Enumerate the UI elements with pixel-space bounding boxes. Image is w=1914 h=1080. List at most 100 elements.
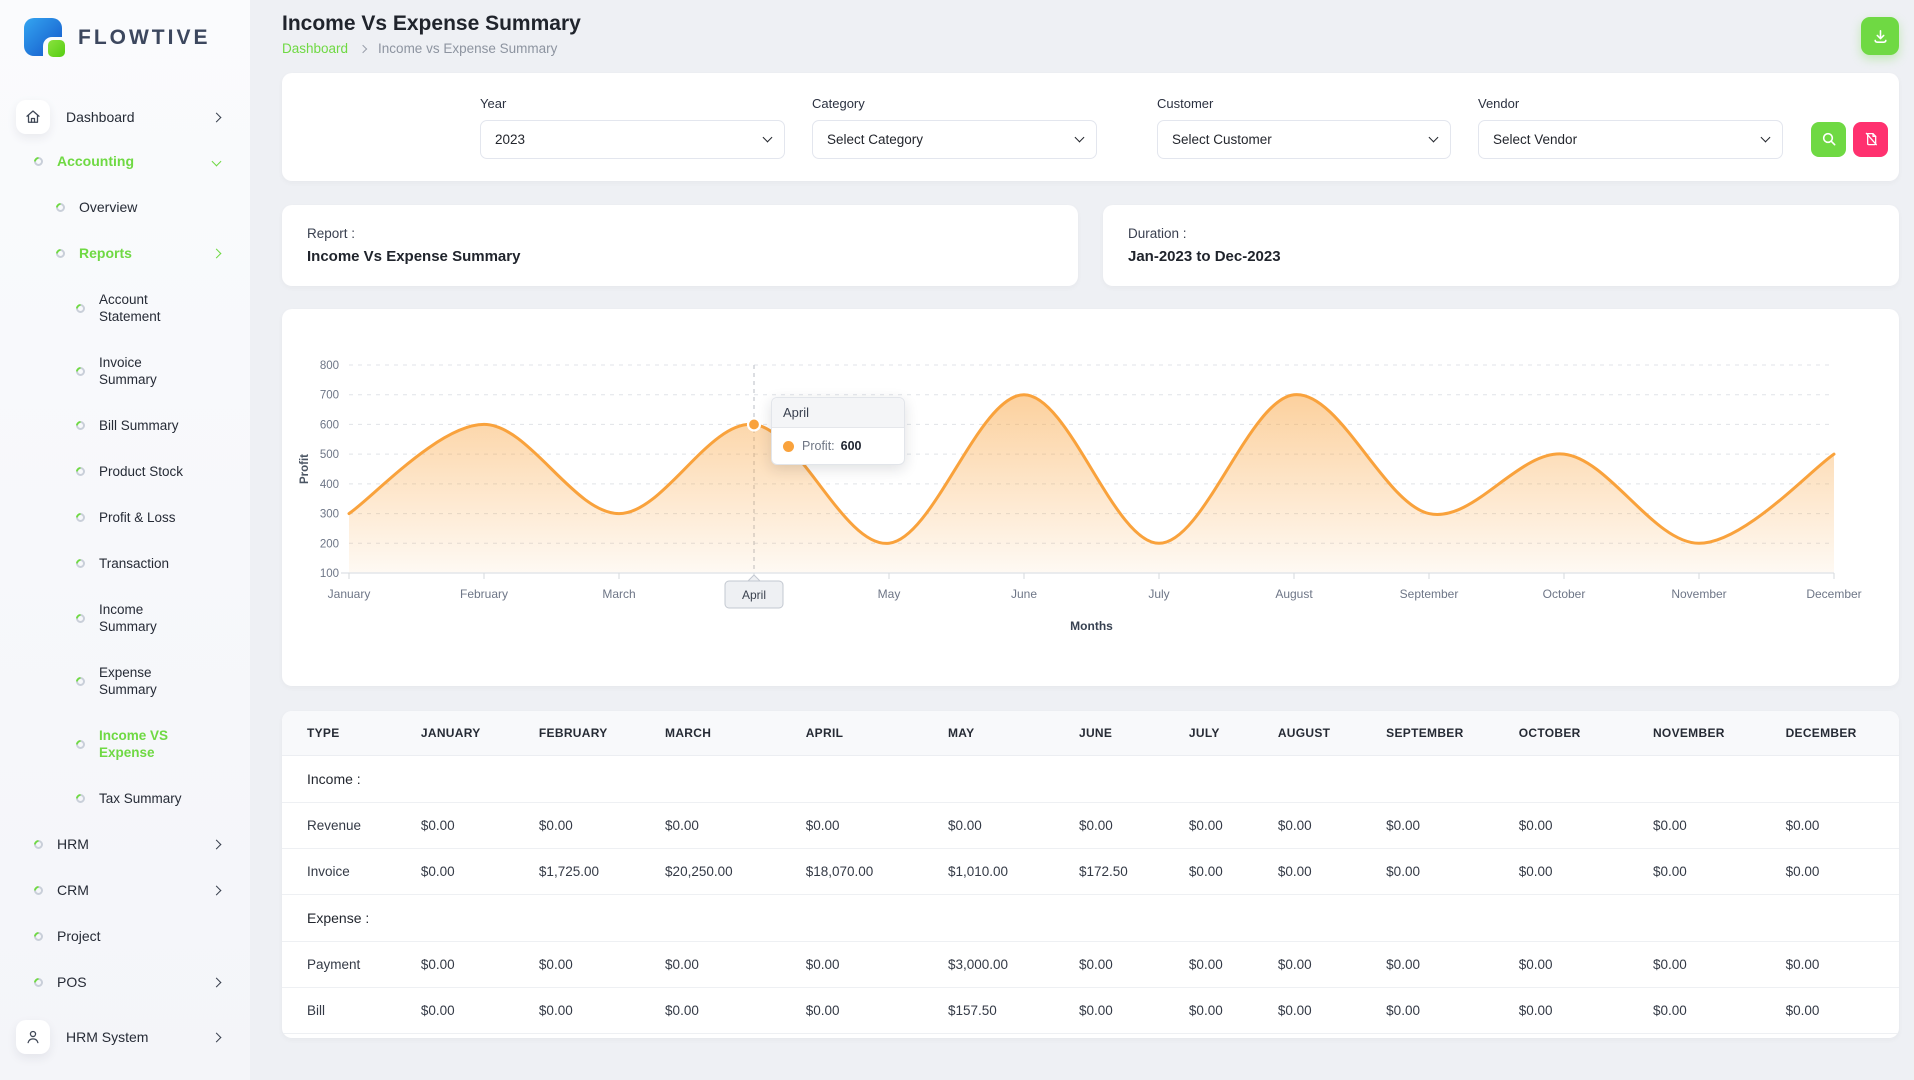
sidebar-item-hrm[interactable]: HRM xyxy=(0,836,250,853)
svg-text:600: 600 xyxy=(320,419,339,431)
sidebar-item-dashboard[interactable]: Dashboard xyxy=(0,100,250,134)
sidebar-item-pos[interactable]: POS xyxy=(0,974,250,991)
row-label: Revenue xyxy=(282,803,405,849)
breadcrumb-current: Income vs Expense Summary xyxy=(378,41,557,56)
table-cell: $0.00 xyxy=(1262,942,1370,988)
table-row: Invoice$0.00$1,725.00$20,250.00$18,070.0… xyxy=(282,849,1899,895)
profit-area-chart[interactable]: 100200300400500600700800JanuaryFebruaryM… xyxy=(282,309,1899,686)
chevron-right-icon xyxy=(212,886,222,896)
download-button[interactable] xyxy=(1861,17,1899,55)
sidebar-item-project[interactable]: Project xyxy=(0,928,250,945)
table-cell: $157.50 xyxy=(932,988,1063,1034)
sidebar-item-label: Income Summary xyxy=(99,601,203,635)
apply-filter-button[interactable] xyxy=(1811,122,1846,157)
app-logo[interactable]: FLOWTIVE xyxy=(0,18,250,58)
table-cell: $0.00 xyxy=(1063,803,1173,849)
bullet-icon xyxy=(74,675,87,688)
tooltip-title: April xyxy=(772,398,904,428)
svg-text:September: September xyxy=(1400,587,1459,601)
svg-text:July: July xyxy=(1148,587,1169,601)
table-cell: $0.00 xyxy=(649,942,790,988)
sidebar-item-label: CRM xyxy=(57,882,89,899)
sidebar-item-tax-summary[interactable]: Tax Summary xyxy=(0,790,250,807)
duration-card: Duration : Jan-2023 to Dec-2023 xyxy=(1103,205,1899,286)
sidebar-item-income-summary[interactable]: Income Summary xyxy=(0,601,250,635)
sidebar-item-label: Dashboard xyxy=(66,109,135,126)
table-row: Bill$0.00$0.00$0.00$0.00$157.50$0.00$0.0… xyxy=(282,988,1899,1034)
table-cell: $0.00 xyxy=(1063,942,1173,988)
income-expense-table: TYPEJANUARYFEBRUARYMARCHAPRILMAYJUNEJULY… xyxy=(282,711,1899,1034)
chart-tooltip: April Profit: 600 xyxy=(771,397,905,465)
table-cell: $0.00 xyxy=(1770,988,1899,1034)
year-label: Year xyxy=(480,96,785,111)
sidebar-item-hrm-system[interactable]: HRM System xyxy=(0,1020,250,1054)
table-cell: $172.50 xyxy=(1063,849,1173,895)
sidebar-item-label: Reports xyxy=(79,245,132,262)
svg-text:400: 400 xyxy=(320,479,339,491)
table-cell: $0.00 xyxy=(1173,803,1262,849)
sidebar-item-bill-summary[interactable]: Bill Summary xyxy=(0,417,250,434)
table-cell: $0.00 xyxy=(790,803,932,849)
svg-text:100: 100 xyxy=(320,568,339,580)
bullet-icon xyxy=(74,465,87,478)
table-cell: $0.00 xyxy=(1262,849,1370,895)
svg-text:Months: Months xyxy=(1070,619,1113,633)
row-label: Payment xyxy=(282,942,405,988)
chevron-right-icon xyxy=(212,249,222,259)
table-header-cell: SEPTEMBER xyxy=(1370,711,1503,756)
brand-name: FLOWTIVE xyxy=(78,26,211,50)
table-cell: $0.00 xyxy=(1770,849,1899,895)
sidebar-item-reports[interactable]: Reports xyxy=(0,245,250,262)
bullet-icon xyxy=(32,838,45,851)
sidebar-item-label: Bill Summary xyxy=(99,417,179,434)
table-header-row: TYPEJANUARYFEBRUARYMARCHAPRILMAYJUNEJULY… xyxy=(282,711,1899,756)
sidebar-item-account-statement[interactable]: Account Statement xyxy=(0,291,250,325)
table-cell: $0.00 xyxy=(1637,849,1770,895)
svg-text:June: June xyxy=(1011,587,1037,601)
sidebar-item-product-stock[interactable]: Product Stock xyxy=(0,463,250,480)
svg-text:700: 700 xyxy=(320,390,339,402)
year-select[interactable]: 2023 xyxy=(480,120,785,159)
table-header-cell: FEBRUARY xyxy=(523,711,649,756)
sidebar-item-expense-summary[interactable]: Expense Summary xyxy=(0,664,250,698)
svg-text:December: December xyxy=(1806,587,1861,601)
table-cell: $0.00 xyxy=(649,988,790,1034)
svg-text:200: 200 xyxy=(320,538,339,550)
vendor-select[interactable]: Select Vendor xyxy=(1478,120,1783,159)
table-cell: $0.00 xyxy=(1770,942,1899,988)
app-root: FLOWTIVE Dashboard Accounting Overview Repo… xyxy=(0,0,1914,1080)
table-cell: $0.00 xyxy=(1770,803,1899,849)
bullet-icon xyxy=(74,557,87,570)
sidebar-nav: Dashboard Accounting Overview Reports Accoun… xyxy=(0,100,250,1054)
breadcrumb-dashboard-link[interactable]: Dashboard xyxy=(282,41,348,56)
sidebar-item-label: HRM xyxy=(57,836,89,853)
sidebar-item-income-vs-expense[interactable]: Income VS Expense xyxy=(0,727,250,761)
home-icon xyxy=(16,100,50,134)
table-row: Revenue$0.00$0.00$0.00$0.00$0.00$0.00$0.… xyxy=(282,803,1899,849)
table-row: Payment$0.00$0.00$0.00$0.00$3,000.00$0.0… xyxy=(282,942,1899,988)
sidebar-item-label: Tax Summary xyxy=(99,790,182,807)
reset-filter-button[interactable] xyxy=(1853,122,1888,157)
sidebar-item-invoice-summary[interactable]: Invoice Summary xyxy=(0,354,250,388)
chevron-right-icon xyxy=(212,840,222,850)
sidebar-item-accounting[interactable]: Accounting xyxy=(0,153,250,170)
chevron-right-icon xyxy=(212,112,222,122)
svg-text:300: 300 xyxy=(320,509,339,521)
svg-text:May: May xyxy=(878,587,901,601)
customer-select[interactable]: Select Customer xyxy=(1157,120,1451,159)
table-cell: $0.00 xyxy=(405,988,523,1034)
bullet-icon xyxy=(74,302,87,315)
sidebar-item-transaction[interactable]: Transaction xyxy=(0,555,250,572)
report-card: Report : Income Vs Expense Summary xyxy=(282,205,1078,286)
main-content: Income Vs Expense Summary Dashboard Inco… xyxy=(250,0,1914,1080)
sidebar-item-crm[interactable]: CRM xyxy=(0,882,250,899)
table-cell: $0.00 xyxy=(1503,803,1637,849)
chart-card: 100200300400500600700800JanuaryFebruaryM… xyxy=(282,309,1899,686)
category-select[interactable]: Select Category xyxy=(812,120,1097,159)
sidebar-item-label: Expense Summary xyxy=(99,664,203,698)
bullet-icon xyxy=(32,976,45,989)
search-icon xyxy=(1821,131,1837,147)
sidebar-item-overview[interactable]: Overview xyxy=(0,199,250,216)
sidebar-item-profit-loss[interactable]: Profit & Loss xyxy=(0,509,250,526)
breadcrumb: Dashboard Income vs Expense Summary xyxy=(282,41,581,56)
